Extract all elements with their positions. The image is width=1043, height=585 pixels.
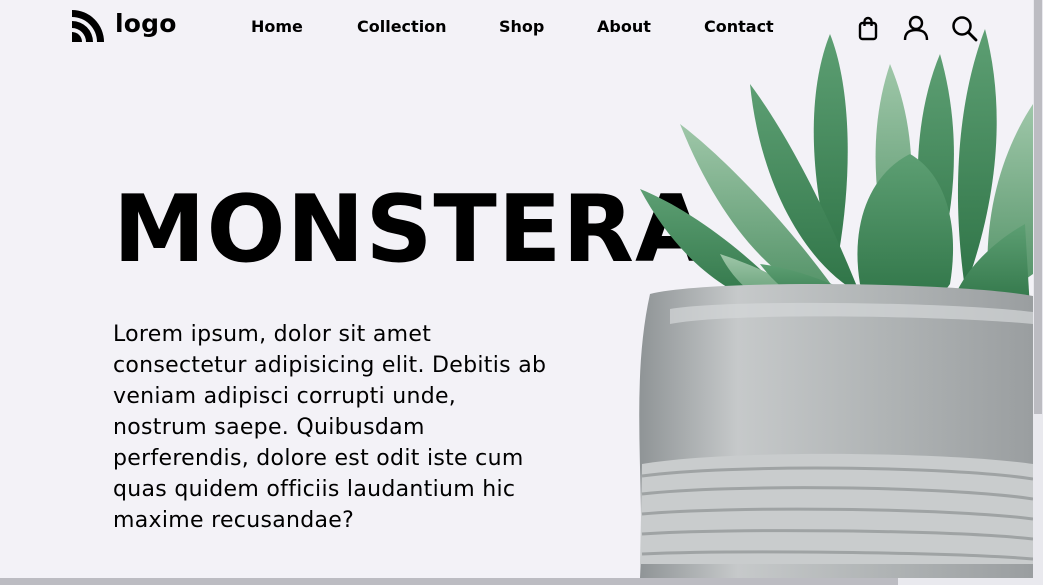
nav-home[interactable]: Home <box>251 16 303 38</box>
logo[interactable]: logo <box>70 6 177 42</box>
succulent-pot-image <box>639 29 1033 578</box>
vertical-scrollbar[interactable] <box>1033 0 1043 578</box>
hero-description: Lorem ipsum, dolor sit amet consectetur … <box>113 322 547 533</box>
horizontal-scrollbar[interactable] <box>0 578 1043 585</box>
hero-title: MONSTERA <box>113 175 708 283</box>
vertical-scrollbar-thumb[interactable] <box>1034 0 1042 414</box>
nav-shop[interactable]: Shop <box>499 16 544 38</box>
logo-text: logo <box>115 9 177 38</box>
logo-icon <box>72 10 104 42</box>
nav-collection[interactable]: Collection <box>357 16 447 38</box>
horizontal-scrollbar-thumb[interactable] <box>0 578 898 585</box>
